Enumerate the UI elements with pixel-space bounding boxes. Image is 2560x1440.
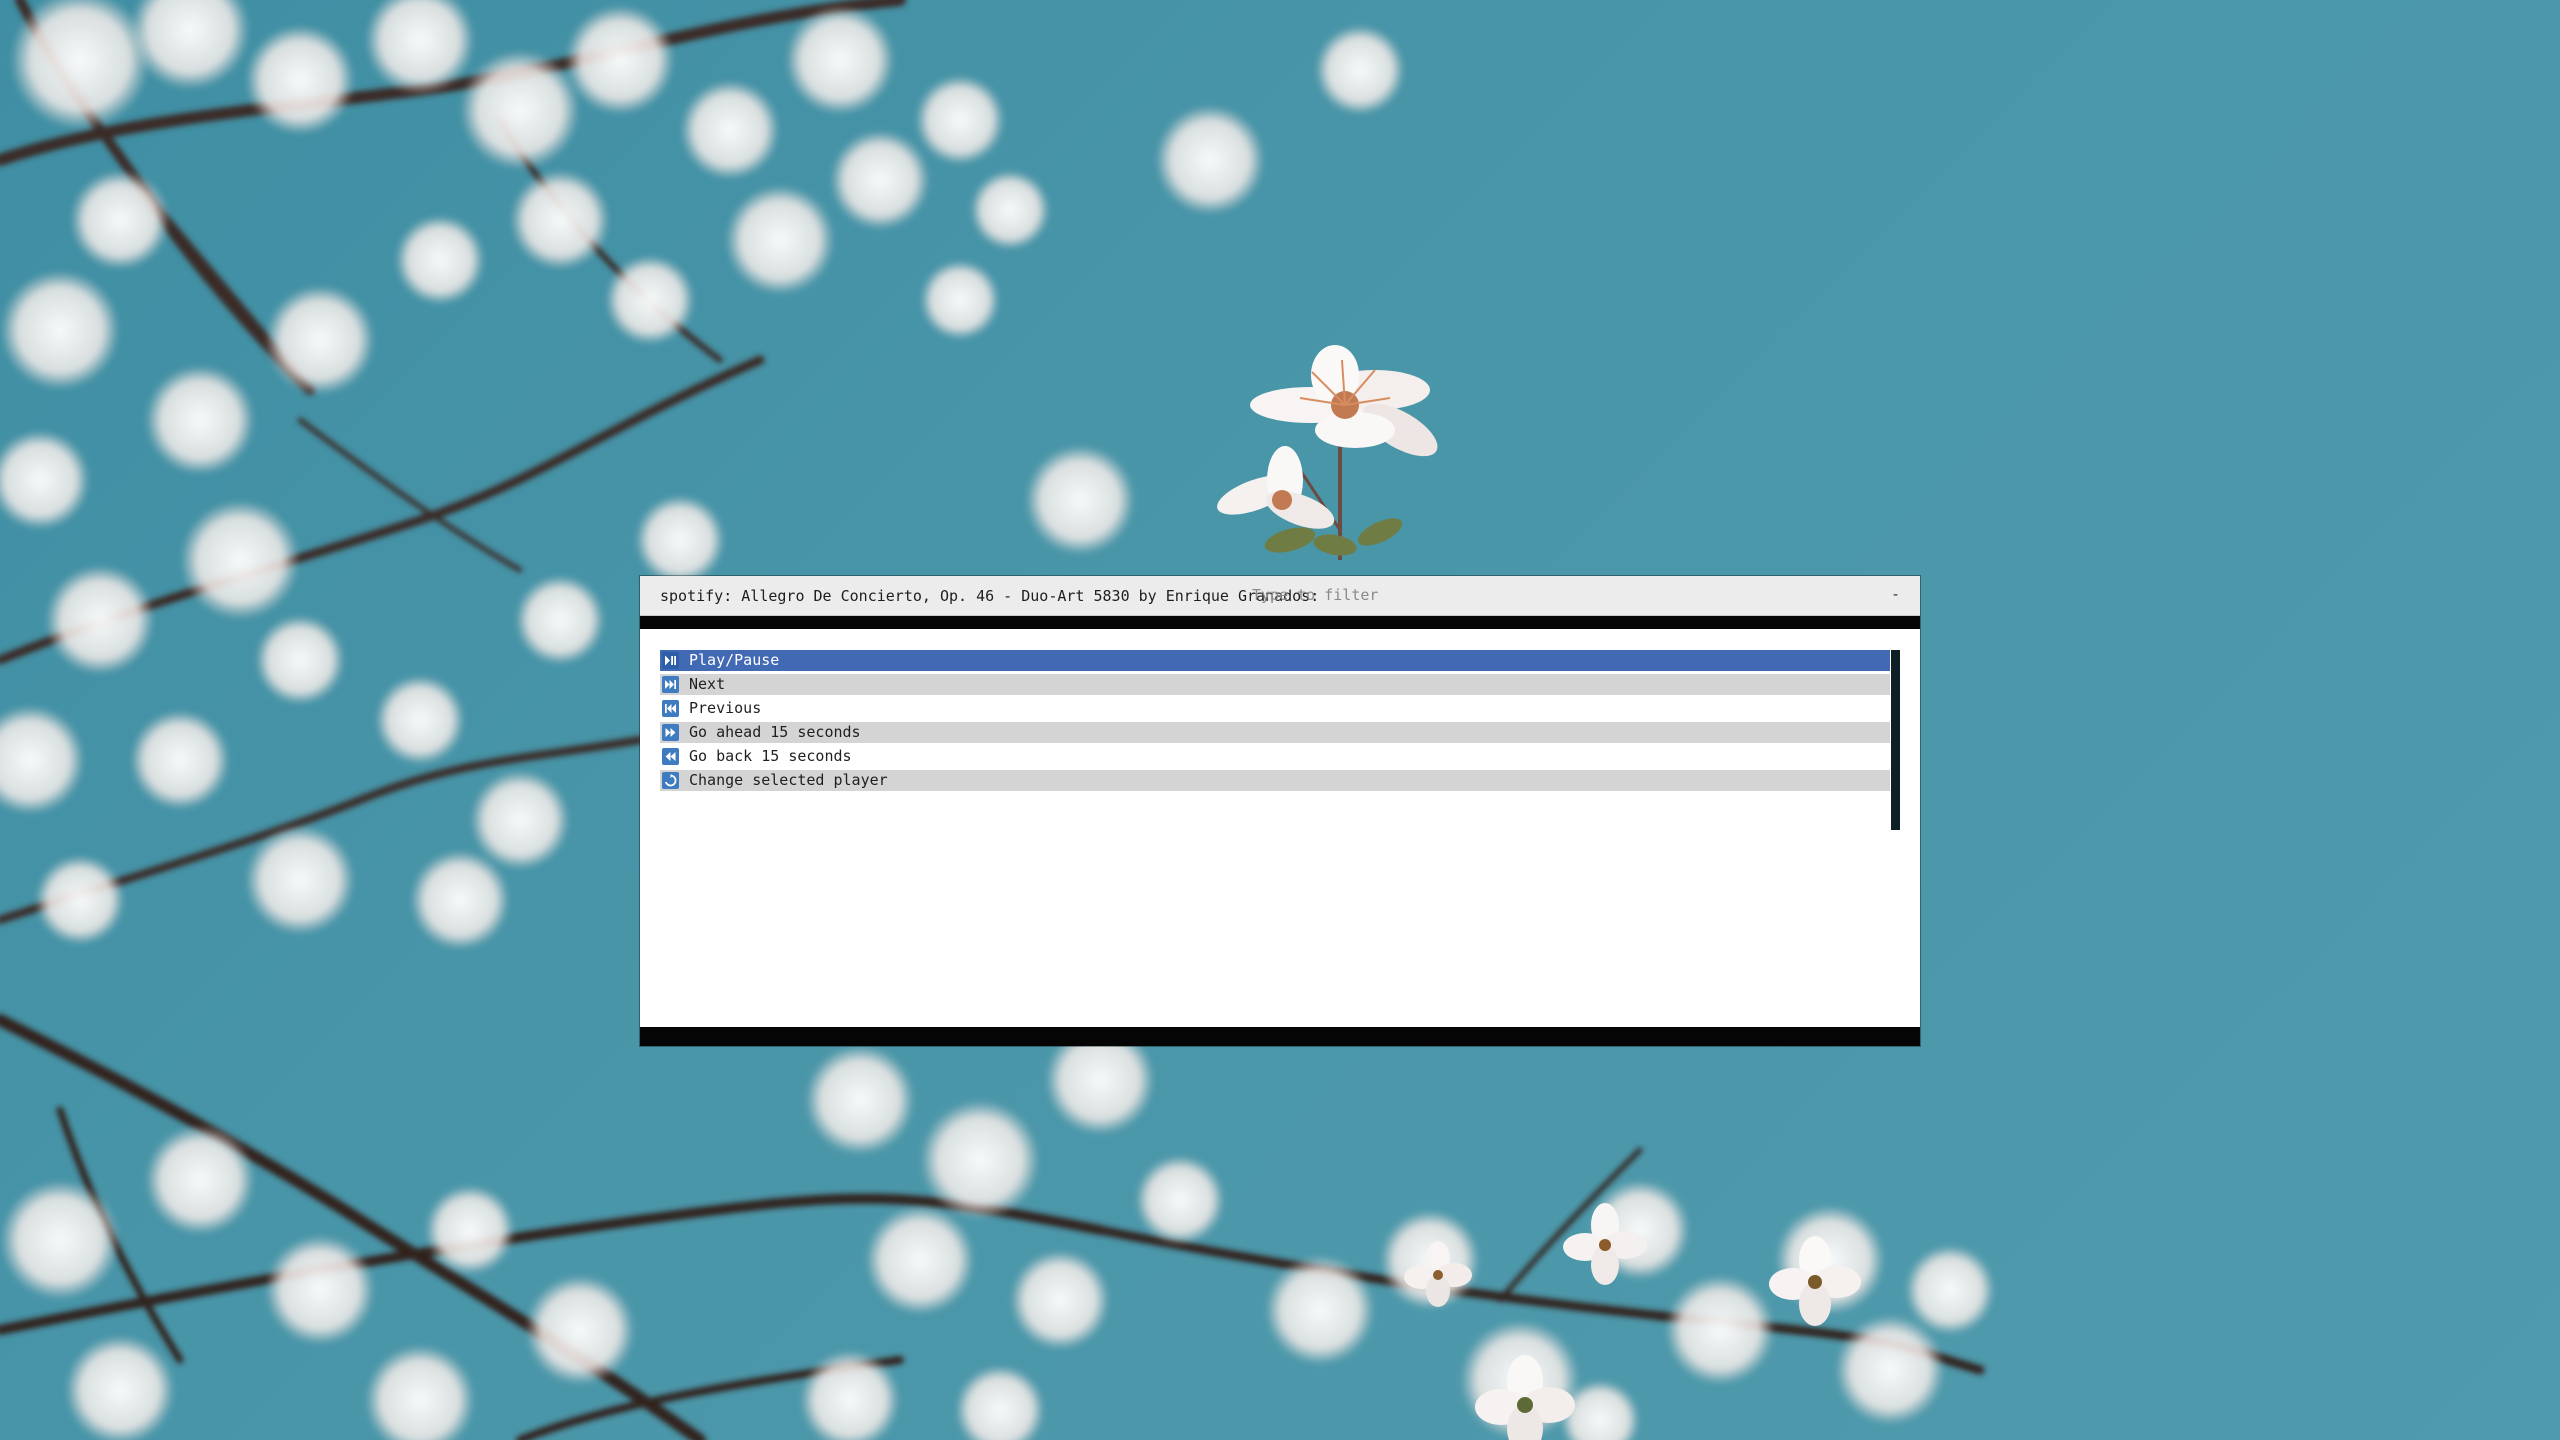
list-item-next[interactable]: Next (660, 674, 1890, 695)
list-item-label: Go back 15 seconds (689, 747, 852, 765)
list-item-change-player[interactable]: Change selected player (660, 770, 1890, 791)
list-scrollbar[interactable] (1891, 650, 1900, 830)
list-item-label: Change selected player (689, 771, 888, 789)
switch-player-icon (662, 772, 679, 789)
list-item-label: Previous (689, 699, 762, 717)
seek-forward-icon (662, 724, 679, 741)
minimize-indicator: - (1890, 585, 1900, 603)
separator-band (640, 616, 1920, 629)
seek-backward-icon (662, 748, 679, 765)
list-item-label: Go ahead 15 seconds (689, 723, 861, 741)
skip-next-icon (662, 676, 679, 693)
action-list: Play/Pause Next Previous Go ahead 15 sec… (660, 650, 1910, 794)
list-item-label: Play/Pause (689, 651, 780, 669)
list-item-label: Next (689, 675, 726, 693)
prompt-bar: spotify: Allegro De Concierto, Op. 46 - … (640, 576, 1920, 616)
media-control-launcher: spotify: Allegro De Concierto, Op. 46 - … (640, 576, 1920, 1046)
list-item-play-pause[interactable]: Play/Pause (660, 650, 1890, 671)
list-item-go-back[interactable]: Go back 15 seconds (660, 746, 1890, 767)
list-item-go-ahead[interactable]: Go ahead 15 seconds (660, 722, 1890, 743)
bottom-band (640, 1027, 1920, 1046)
filter-input[interactable] (1248, 582, 1856, 608)
play-pause-icon (662, 652, 679, 669)
skip-previous-icon (662, 700, 679, 717)
list-item-previous[interactable]: Previous (660, 698, 1890, 719)
now-playing-prompt: spotify: Allegro De Concierto, Op. 46 - … (660, 587, 1320, 605)
